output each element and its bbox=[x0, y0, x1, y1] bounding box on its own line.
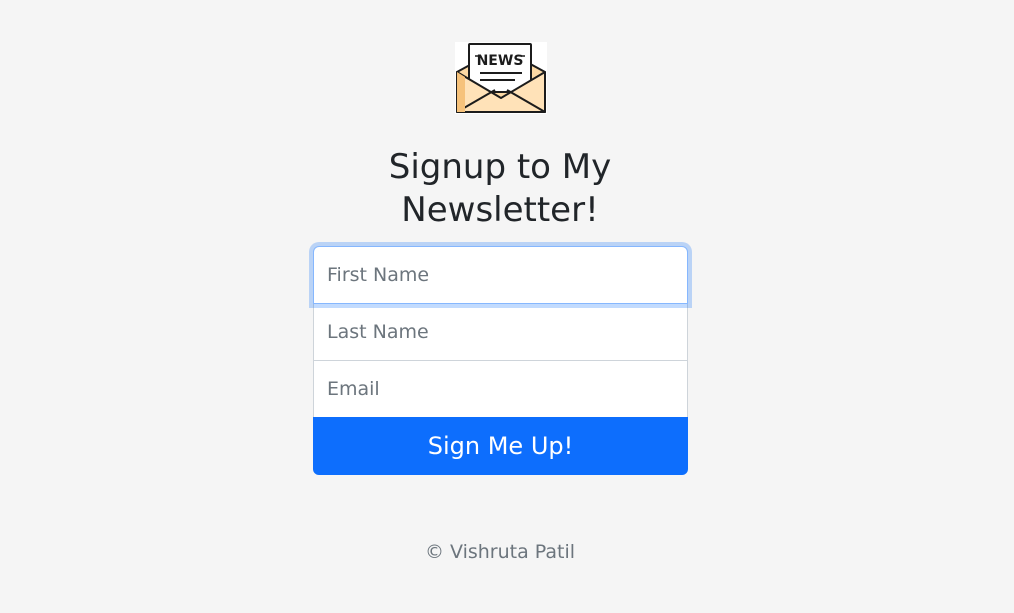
last-name-input[interactable] bbox=[313, 303, 688, 361]
signup-form: Sign Me Up! bbox=[313, 246, 688, 475]
page-title: Signup to My Newsletter! bbox=[388, 147, 612, 230]
logo-news-text: NEWS bbox=[477, 53, 524, 69]
sign-up-button[interactable]: Sign Me Up! bbox=[313, 417, 688, 475]
email-input[interactable] bbox=[313, 360, 688, 418]
news-envelope-icon: NEWS bbox=[455, 42, 547, 114]
first-name-input[interactable] bbox=[313, 246, 688, 304]
signup-page: NEWS Signup to My Newsletter! Sign Me Up… bbox=[0, 0, 1014, 613]
footer-copyright: © Vishruta Patil bbox=[424, 541, 576, 563]
